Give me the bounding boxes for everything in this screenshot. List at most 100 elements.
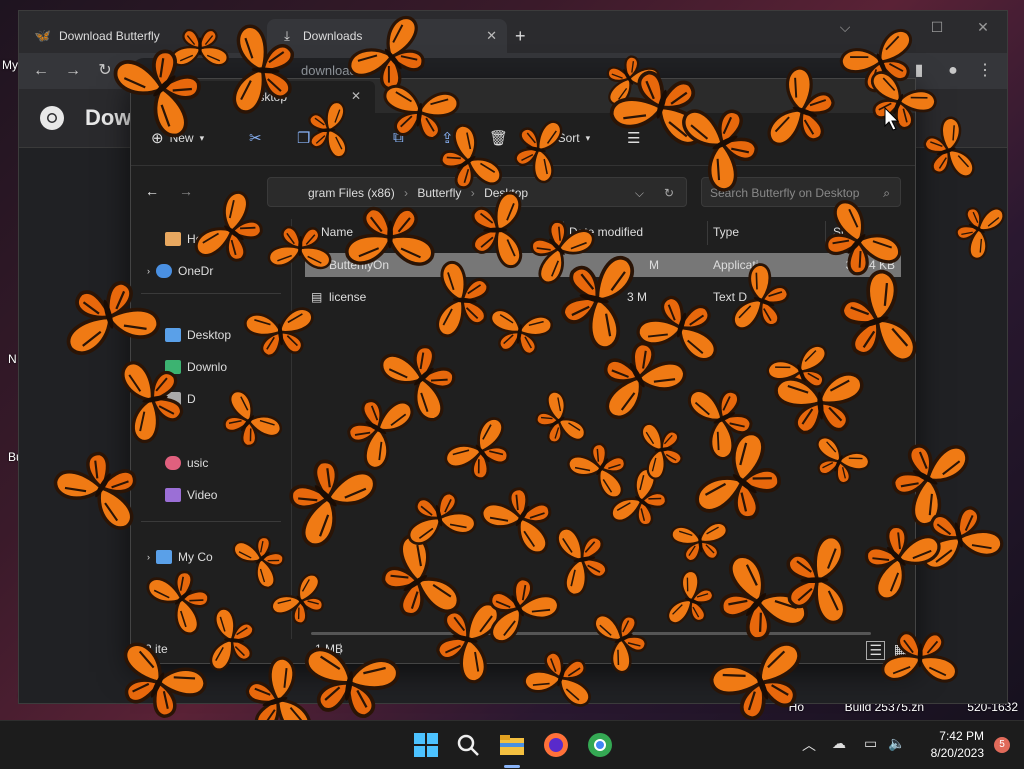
- new-tab-button[interactable]: +: [515, 19, 539, 53]
- status-bar: 2 ite 1 MB | ☰ ▦: [131, 635, 915, 663]
- cut-button[interactable]: ✂: [249, 129, 262, 147]
- chrome-tab-download-butterfly[interactable]: 🦋 Download Butterfly: [23, 19, 263, 53]
- chrome-logo-icon: [40, 106, 64, 130]
- close-tab-icon[interactable]: ✕: [351, 89, 361, 103]
- file-size: 2 K: [876, 290, 895, 304]
- view-button[interactable]: ☰ ▾: [627, 129, 691, 147]
- file-explorer-window: Desktop ✕ ⊕ New ▾ ✂ ❐ ⧉ ⇪ 🗑 ⇅ Sort ▾ ☰ ▾…: [130, 78, 916, 664]
- network-icon[interactable]: ▭: [864, 735, 877, 752]
- nav-item-music[interactable]: usic: [165, 451, 208, 475]
- nav-label: Hom: [187, 232, 213, 246]
- computer-icon: [156, 550, 172, 564]
- nav-item-home[interactable]: Hom: [165, 227, 212, 251]
- breadcrumb-segment[interactable]: gram Files (x86): [308, 186, 395, 200]
- file-name: ButterflyOn: [329, 258, 390, 272]
- cloud-icon: [156, 264, 172, 278]
- maximize-icon[interactable]: ☐: [917, 19, 957, 36]
- new-label: New: [169, 131, 194, 145]
- back-icon[interactable]: ←: [145, 183, 159, 199]
- sort-button[interactable]: ⇅ Sort ▾: [539, 129, 590, 147]
- show-hidden-icons-chevron-icon[interactable]: ︿: [802, 735, 816, 755]
- column-divider[interactable]: [707, 221, 708, 245]
- profile-icon[interactable]: ●: [943, 61, 963, 81]
- column-header-date[interactable]: Date modified: [569, 225, 643, 239]
- desktop-label: My: [2, 58, 18, 72]
- column-divider[interactable]: [563, 221, 564, 245]
- chevron-down-icon: ▾: [199, 132, 205, 143]
- explorer-tab-title: Desktop: [243, 90, 288, 104]
- nav-item-onedrive[interactable]: › OneDr: [147, 259, 213, 283]
- refresh-icon[interactable]: ↻: [664, 178, 674, 208]
- divider: [141, 293, 281, 294]
- nav-label: Desktop: [187, 328, 232, 342]
- file-type: Text D: [713, 290, 748, 304]
- share-icon: ⇪: [441, 130, 454, 147]
- notification-badge[interactable]: 5: [994, 737, 1010, 753]
- nav-item-videos[interactable]: Video: [165, 483, 217, 507]
- file-date: M: [649, 258, 659, 272]
- copy-icon: ❐: [297, 130, 311, 147]
- chrome-tab-strip: 🦋 Download Butterfly ⤓ Downloads ✕ + ⌵ ☐…: [19, 11, 1007, 53]
- search-icon: ⌕: [883, 186, 890, 200]
- column-header-type[interactable]: Type: [713, 225, 739, 239]
- sort-label: Sort: [557, 131, 580, 145]
- file-explorer-icon[interactable]: [498, 731, 526, 759]
- column-header-size[interactable]: Size: [833, 225, 856, 239]
- nav-item-documents[interactable]: D: [165, 387, 196, 411]
- reload-icon[interactable]: ↻: [95, 61, 115, 81]
- chrome-icon[interactable]: [586, 731, 614, 759]
- search-input[interactable]: Search Butterfly on Desktop ⌕: [701, 177, 901, 207]
- page-title: Dow: [85, 105, 132, 130]
- butterfly-app-icon: ✦: [311, 258, 322, 272]
- close-tab-icon[interactable]: ✕: [486, 28, 497, 44]
- table-row[interactable]: ✦ ButterflyOn M Applicati 3,084 KB: [305, 253, 901, 277]
- firefox-icon[interactable]: [542, 731, 570, 759]
- chrome-tab-downloads[interactable]: ⤓ Downloads ✕: [267, 19, 507, 53]
- rename-button[interactable]: ⧉: [393, 129, 404, 146]
- forward-icon[interactable]: →: [63, 61, 83, 81]
- chevron-down-icon[interactable]: ⌵: [635, 178, 644, 208]
- tab-search-icon[interactable]: ⌵: [825, 19, 865, 36]
- share-button[interactable]: ⇪: [441, 129, 454, 147]
- status-divider: |: [339, 641, 343, 655]
- menu-icon[interactable]: ⋮: [975, 61, 995, 81]
- chevron-down-icon: ▾: [686, 132, 691, 143]
- navigation-pane: Hom › OneDr Desktop Downlo D usic Video ›…: [131, 219, 292, 639]
- home-icon: [165, 232, 181, 246]
- delete-button[interactable]: 🗑: [489, 129, 508, 147]
- clock[interactable]: 7:42 PM 8/20/2023: [931, 728, 984, 762]
- file-type: Applicati: [713, 258, 759, 272]
- column-header-name[interactable]: Name: [321, 225, 353, 239]
- close-window-icon[interactable]: ✕: [963, 19, 1003, 36]
- tiles-view-icon[interactable]: ▦: [894, 641, 907, 658]
- start-icon[interactable]: [412, 731, 440, 759]
- back-icon[interactable]: ←: [31, 61, 51, 81]
- address-row: ← → gram Files (x86) › Butterfly › Deskt…: [131, 165, 915, 219]
- item-count: 2 ite: [145, 642, 168, 656]
- taskbar: ︿ ☁ ▭ 🔈 7:42 PM 8/20/2023 5: [0, 720, 1024, 769]
- nav-item-desktop[interactable]: Desktop: [165, 323, 231, 347]
- trash-icon: 🗑: [489, 130, 509, 147]
- nav-item-this-pc[interactable]: › My Co: [147, 545, 213, 569]
- volume-icon[interactable]: 🔈: [888, 735, 905, 752]
- breadcrumb-segment[interactable]: Desktop: [484, 186, 528, 200]
- clock-time: 7:42 PM: [939, 729, 984, 743]
- address-bar[interactable]: gram Files (x86) › Butterfly › Desktop ⌵…: [267, 177, 687, 207]
- desktop-icon: [165, 328, 181, 342]
- copy-button[interactable]: ❐: [297, 129, 310, 147]
- file-date: 3 M: [627, 290, 648, 304]
- search-icon[interactable]: [454, 731, 482, 759]
- forward-icon[interactable]: →: [179, 183, 193, 199]
- nav-item-downloads[interactable]: Downlo: [165, 355, 227, 379]
- new-button[interactable]: ⊕ New ▾: [151, 129, 204, 147]
- file-name: license: [329, 290, 367, 304]
- column-divider[interactable]: [825, 221, 826, 245]
- breadcrumb-segment[interactable]: Butterfly: [417, 186, 461, 200]
- table-row[interactable]: ▤ license 3 M Text D 2 K: [305, 285, 901, 309]
- details-view-icon[interactable]: ☰: [866, 641, 885, 660]
- cloud-offline-icon[interactable]: ☁: [832, 735, 846, 752]
- nav-label: usic: [187, 456, 209, 470]
- explorer-tab-desktop[interactable]: Desktop ✕: [131, 81, 375, 113]
- clock-date: 8/20/2023: [930, 746, 984, 760]
- video-icon: [165, 488, 181, 502]
